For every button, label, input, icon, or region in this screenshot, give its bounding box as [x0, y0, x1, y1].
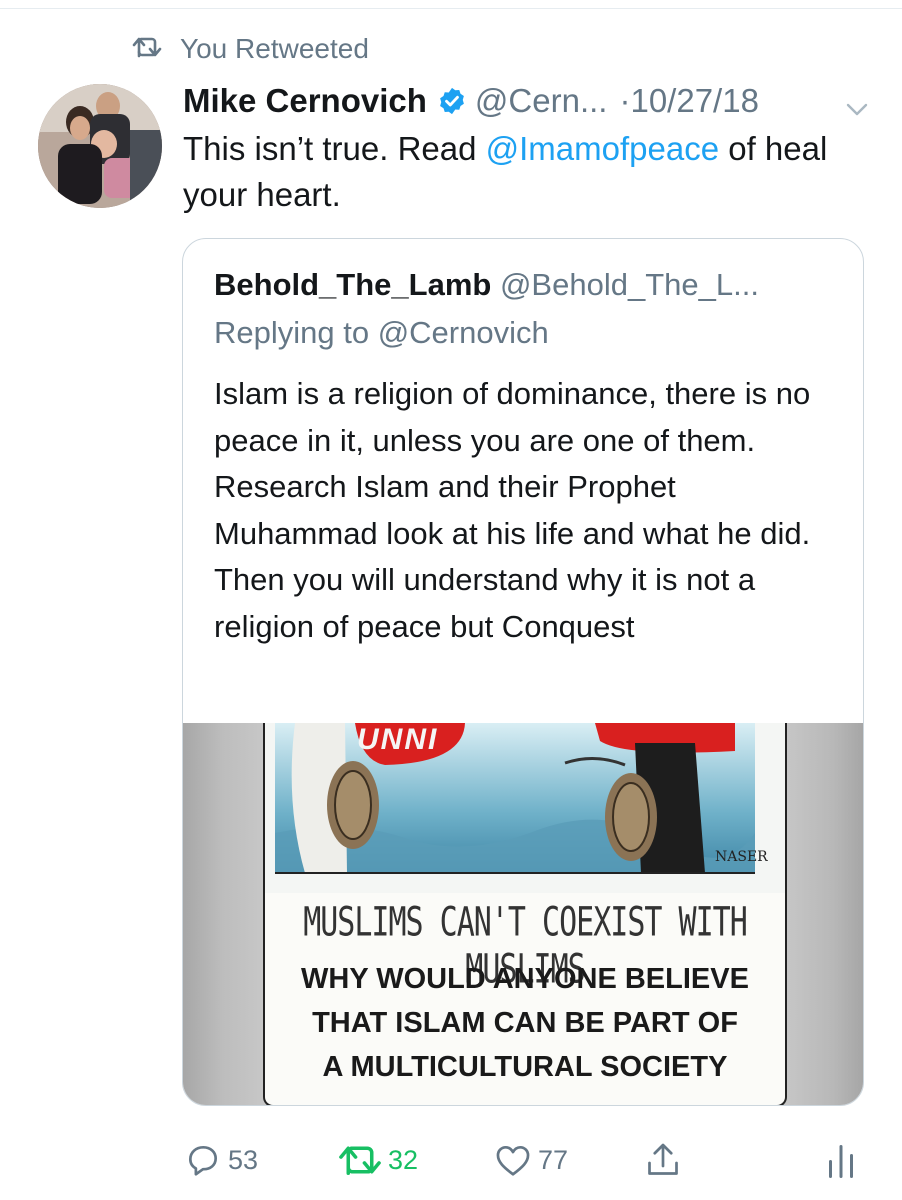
cartoon-partial-label: UNNI [357, 723, 439, 756]
analytics-button[interactable] [826, 1136, 856, 1184]
retweet-icon [132, 33, 162, 65]
author-name[interactable]: Mike Cernovich [183, 82, 427, 120]
tweet-action-bar: 53 32 77 [0, 1136, 902, 1184]
cartoon-illustration [265, 723, 785, 893]
tweet-date[interactable]: 10/27/18 [630, 82, 758, 120]
analytics-icon [826, 1140, 856, 1180]
mention-link[interactable]: @Imamofpeace [486, 130, 719, 167]
quoted-tweet-header: Behold_The_Lamb @Behold_The_L... [214, 267, 759, 303]
sign-body-line: THAT ISLAM CAN BE PART OF [312, 1007, 738, 1039]
quoted-author-name: Behold_The_Lamb [214, 267, 492, 302]
share-icon [645, 1140, 681, 1180]
date-separator: · [619, 82, 631, 119]
author-avatar[interactable] [38, 84, 162, 208]
retweet-count: 32 [388, 1144, 419, 1175]
share-button[interactable] [645, 1136, 681, 1184]
quoted-tweet-image[interactable]: UNNI NASER MUSLIMS CAN'T COEXIST WITH MU… [183, 723, 863, 1105]
chevron-down-icon[interactable] [845, 90, 869, 128]
reply-icon [184, 1141, 222, 1179]
like-button[interactable]: 77 [494, 1136, 568, 1184]
quoted-author-handle: @Behold_The_L... [499, 267, 759, 302]
retweet-button[interactable]: 32 [338, 1136, 418, 1184]
quoted-tweet-card[interactable]: Behold_The_Lamb @Behold_The_L... Replyin… [182, 238, 864, 1106]
author-handle[interactable]: @Cern... [475, 82, 608, 120]
sign-body-line: A MULTICULTURAL SOCIETY [322, 1051, 728, 1083]
sign-body-line: WHY WOULD ANYONE BELIEVE [301, 963, 749, 995]
like-icon [494, 1142, 532, 1178]
tweet-text-part: This isn’t true. Read [183, 130, 486, 167]
tweet-text: This isn’t true. Read @Imamofpeace of he… [183, 126, 863, 218]
replying-to: Replying to @Cernovich [214, 315, 549, 350]
reply-count: 53 [228, 1144, 259, 1175]
sign-image: UNNI NASER MUSLIMS CAN'T COEXIST WITH MU… [263, 723, 787, 1105]
tweet-header: Mike Cernovich @Cern... · 10/27/18 [183, 80, 873, 122]
artist-signature: NASER [715, 849, 768, 865]
top-divider [0, 8, 902, 9]
retweet-banner: You Retweeted [132, 32, 369, 66]
reply-button[interactable]: 53 [184, 1136, 258, 1184]
like-count: 77 [538, 1144, 569, 1175]
verified-badge-icon [437, 86, 467, 116]
retweet-icon [338, 1143, 382, 1177]
sign-body-text: WHY WOULD ANYONE BELIEVE THAT ISLAM CAN … [275, 957, 775, 1089]
quoted-tweet-text: Islam is a religion of dominance, there … [214, 376, 811, 644]
retweet-banner-label: You Retweeted [180, 33, 369, 64]
